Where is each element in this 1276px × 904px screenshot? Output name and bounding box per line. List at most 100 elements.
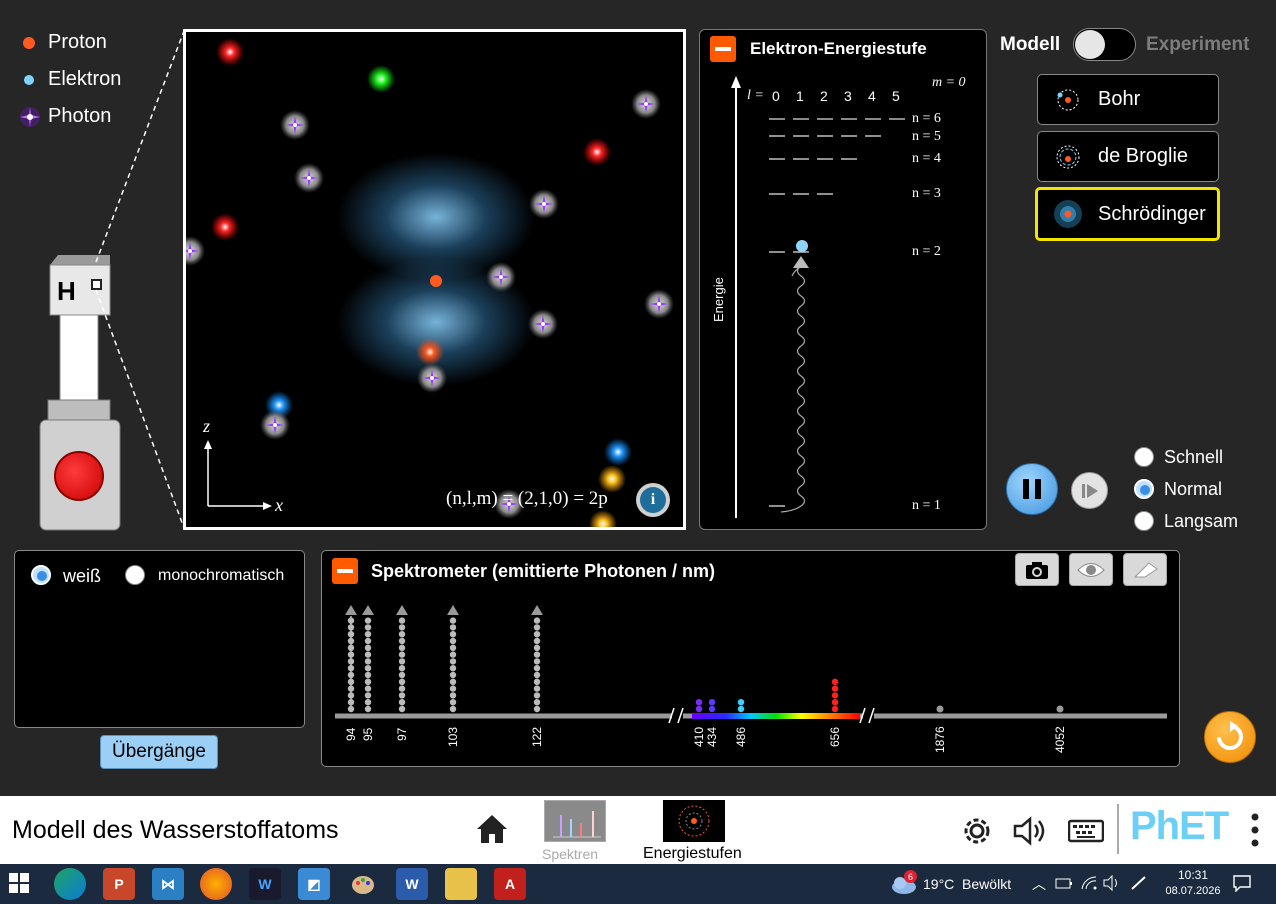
speed-normal-radio[interactable]	[1134, 479, 1154, 499]
pause-button[interactable]	[1006, 463, 1058, 515]
wifi-icon[interactable]	[1080, 875, 1098, 896]
level-n3: n = 3	[912, 186, 941, 201]
emission-dot	[398, 644, 406, 651]
sound-button[interactable]	[1012, 814, 1050, 853]
edge-icon[interactable]	[54, 868, 86, 900]
wl-97: 97	[395, 727, 409, 741]
word-icon[interactable]: W	[396, 868, 428, 900]
step-button[interactable]	[1071, 472, 1108, 509]
home-button[interactable]	[475, 813, 509, 850]
photon-blue	[604, 438, 632, 466]
emission-dot	[347, 671, 355, 679]
paint-icon[interactable]	[347, 868, 379, 900]
reset-all-button[interactable]	[1204, 711, 1256, 763]
electron-marker	[796, 240, 808, 252]
volume-icon[interactable]	[1102, 874, 1122, 896]
monochromatic-radio[interactable]	[125, 565, 145, 585]
clock-date[interactable]: 08.07.2026	[1161, 885, 1225, 897]
model-experiment-toggle[interactable]	[1073, 28, 1136, 61]
emission-dot	[533, 617, 541, 624]
emission-dot	[533, 705, 541, 713]
bohr-icon	[1038, 75, 1098, 124]
transitions-button[interactable]: Übergänge	[100, 735, 218, 769]
emission-dot	[831, 678, 839, 685]
photon-uv	[631, 89, 661, 119]
speed-slow-label: Langsam	[1164, 511, 1239, 531]
step-forward-icon	[1081, 483, 1098, 498]
model-schroedinger-button[interactable]: Schrödinger	[1035, 187, 1220, 241]
emission-dot	[347, 665, 355, 672]
photon-uv	[528, 309, 558, 339]
energy-screen-thumbnail[interactable]	[663, 800, 725, 842]
emission-dot	[831, 705, 839, 713]
pen-icon[interactable]	[1130, 875, 1148, 896]
photon-green	[367, 65, 395, 93]
view-snapshots-button[interactable]	[1069, 553, 1113, 586]
reset-icon	[1217, 721, 1243, 750]
bohr-label: Bohr	[1098, 88, 1141, 110]
spectra-tab-label[interactable]: Spektren	[542, 846, 598, 862]
wl-122: 122	[530, 726, 544, 747]
emission-dot	[533, 631, 541, 638]
debroglie-icon	[1038, 132, 1098, 181]
wl-95: 95	[361, 727, 375, 741]
white-light-radio[interactable]	[31, 565, 51, 585]
webex-icon[interactable]: W	[249, 868, 281, 900]
model-debroglie-button[interactable]: de Broglie	[1037, 131, 1219, 182]
emission-dot	[533, 685, 541, 692]
emission-dot	[831, 685, 839, 692]
emission-dot	[398, 705, 406, 713]
debroglie-label: de Broglie	[1098, 145, 1189, 167]
emission-dot	[449, 637, 457, 645]
photon-uv	[294, 163, 324, 193]
emission-dot	[533, 651, 541, 658]
info-button[interactable]: i	[636, 483, 670, 517]
show-hidden-icons[interactable]: ︿	[1032, 874, 1046, 894]
photon-gold	[589, 510, 617, 527]
powerpoint-icon[interactable]: P	[103, 868, 135, 900]
notification-icon	[1233, 875, 1251, 893]
emission-dot	[347, 651, 355, 658]
toggle-knob	[1075, 30, 1105, 59]
erase-button[interactable]	[1123, 553, 1167, 586]
level-n6: n = 6	[912, 111, 941, 126]
energy-tab-label[interactable]: Energiestufen	[643, 845, 742, 863]
emission-dot	[533, 692, 541, 699]
snapshot-button[interactable]	[1015, 553, 1059, 586]
start-button[interactable]	[8, 872, 30, 899]
clock-time[interactable]: 10:31	[1163, 868, 1223, 882]
emission-1876	[936, 705, 944, 713]
model-bohr-button[interactable]: Bohr	[1037, 74, 1219, 125]
emission-dot	[695, 699, 703, 706]
phet-logo[interactable]: PhET	[1130, 804, 1229, 849]
settings-button[interactable]	[960, 814, 994, 853]
emission-dot	[398, 658, 406, 665]
emission-dot	[449, 699, 457, 706]
spectra-screen-thumbnail[interactable]	[544, 800, 606, 842]
emission-dot	[533, 637, 541, 645]
weather-badge: 6	[904, 870, 917, 883]
emission-dot	[533, 665, 541, 672]
firefox-icon[interactable]	[200, 868, 232, 900]
battery-icon[interactable]	[1055, 876, 1073, 895]
emission-dot	[398, 624, 406, 631]
emission-dot	[364, 651, 372, 658]
phet-navbar: Modell des Wasserstoffatoms Spektren Ene…	[0, 796, 1276, 864]
acrobat-icon[interactable]: A	[494, 868, 526, 900]
phet-menu-button[interactable]	[1250, 812, 1260, 853]
notifications-button[interactable]	[1232, 874, 1252, 897]
emission-dot	[398, 692, 406, 699]
photos-icon[interactable]: ◩	[298, 868, 330, 900]
photon-red	[216, 38, 244, 66]
file-explorer-icon[interactable]	[445, 868, 477, 900]
speed-fast-radio[interactable]	[1134, 447, 1154, 467]
network-app-icon[interactable]: ⋈	[152, 868, 184, 900]
speed-slow-radio[interactable]	[1134, 511, 1154, 531]
wl-656: 656	[828, 726, 842, 747]
eraser-icon	[1133, 561, 1158, 577]
keyboard-help-button[interactable]	[1067, 816, 1105, 849]
speaker-icon	[1013, 816, 1045, 846]
emission-dot	[364, 665, 372, 672]
wl-4052: 4052	[1053, 726, 1067, 753]
photon-red	[211, 213, 239, 241]
